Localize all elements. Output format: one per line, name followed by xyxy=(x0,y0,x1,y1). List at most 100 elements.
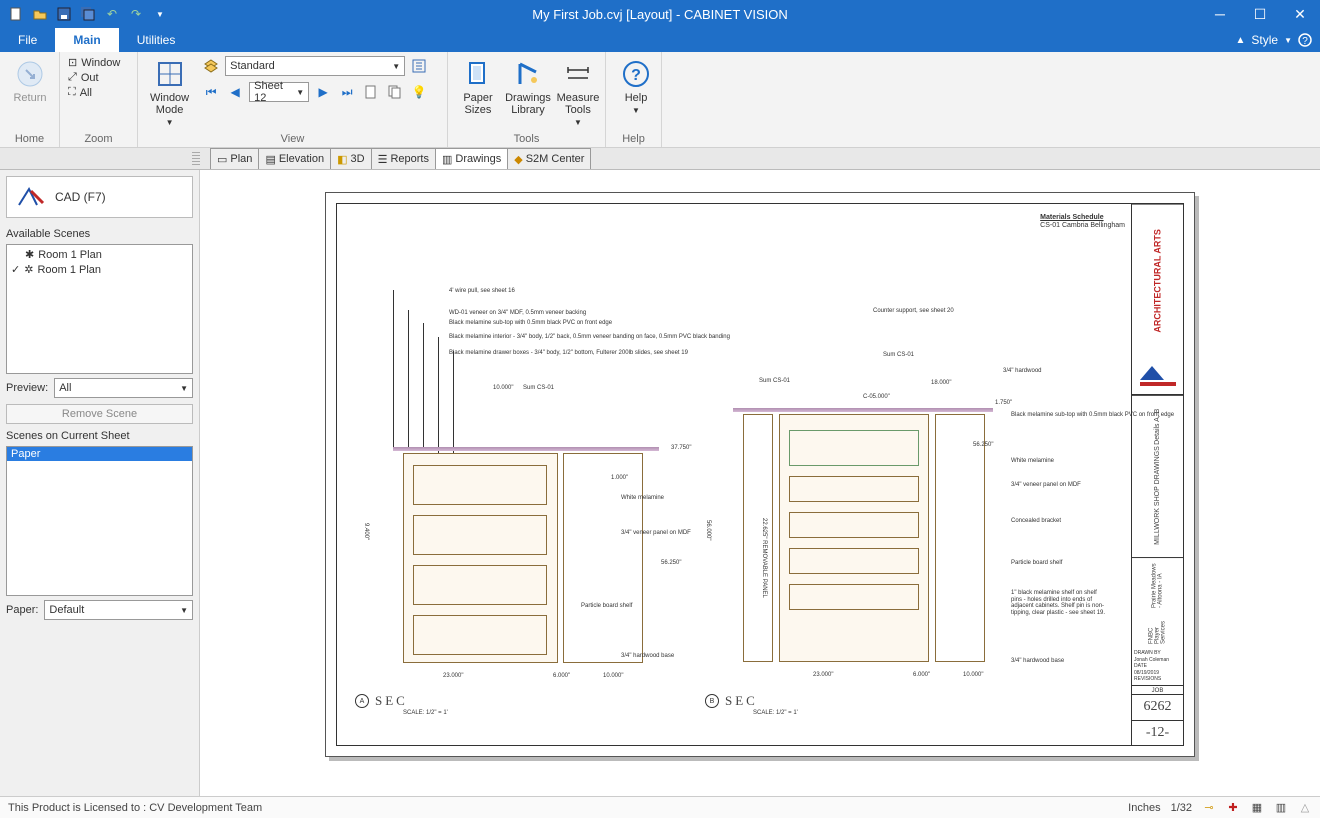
paper-combo[interactable]: Default▼ xyxy=(44,600,193,620)
group-label-zoom: Zoom xyxy=(68,131,129,145)
available-scenes-list[interactable]: ✱Room 1 Plan ✓✲Room 1 Plan xyxy=(6,244,193,374)
help-button[interactable]: ? Help ▼ xyxy=(614,56,658,117)
chevron-down-icon: ▼ xyxy=(180,384,188,393)
svg-text:?: ? xyxy=(631,67,641,84)
viewtab-reports[interactable]: ☰Reports xyxy=(371,148,436,169)
viewtab-3d[interactable]: ◧3D xyxy=(330,148,371,169)
title-block: ARCHITECTURAL ARTS MILLWORK SHOP DRAWING… xyxy=(1131,204,1183,745)
collapse-ribbon-icon[interactable]: ▲ xyxy=(1235,35,1245,46)
layer-settings-icon[interactable] xyxy=(409,56,429,76)
available-scenes-label: Available Scenes xyxy=(0,224,199,244)
drawings-icon: ▥ xyxy=(442,153,452,166)
undo-icon[interactable]: ↶ xyxy=(104,6,120,22)
zoom-out[interactable]: ⤢Out xyxy=(68,71,120,84)
help-icon[interactable]: ? xyxy=(1298,33,1312,47)
menu-bar: File Main Utilities ▲ Style ▼ ? xyxy=(0,28,1320,52)
sheet-paper: Materials Schedule CS-01 Cambria Belling… xyxy=(325,192,1195,757)
viewtab-plan[interactable]: ▭Plan xyxy=(210,148,259,169)
last-sheet-icon[interactable]: ⏭ xyxy=(337,82,357,102)
view-tabs: ▭Plan ▤Elevation ◧3D ☰Reports ▥Drawings … xyxy=(0,148,1320,170)
chevron-down-icon: ▼ xyxy=(180,606,188,615)
snap-endpoint-icon[interactable]: ⊸ xyxy=(1202,801,1216,815)
paper-sizes-button[interactable]: Paper Sizes xyxy=(456,56,500,118)
save-all-icon[interactable] xyxy=(80,6,96,22)
group-label-help: Help xyxy=(614,131,653,145)
units-label[interactable]: Inches xyxy=(1128,802,1160,814)
save-icon[interactable] xyxy=(56,6,72,22)
remove-scene-button[interactable]: Remove Scene xyxy=(6,404,193,424)
ortho-icon[interactable]: △ xyxy=(1298,801,1312,815)
layer-combo[interactable]: Standard▼ xyxy=(225,56,405,76)
title-bar: ↶ ↷ ▼ My First Job.cvj [Layout] - CABINE… xyxy=(0,0,1320,28)
view-grid-icon[interactable]: ▥ xyxy=(1274,801,1288,815)
maximize-button[interactable]: ☐ xyxy=(1240,0,1280,28)
svg-text:?: ? xyxy=(1302,36,1308,47)
elevation-icon: ▤ xyxy=(265,153,275,166)
measure-tools-button[interactable]: Measure Tools ▼ xyxy=(556,56,600,129)
gripper-icon[interactable] xyxy=(192,152,200,166)
section-scale-b: SCALE: 1/2" = 1' xyxy=(753,710,798,716)
section-label-b: SEC xyxy=(725,693,758,709)
tab-utilities[interactable]: Utilities xyxy=(119,28,194,52)
open-icon[interactable] xyxy=(32,6,48,22)
zoom-all-icon: ⛶ xyxy=(68,86,76,99)
snap-grid-icon[interactable]: ▦ xyxy=(1250,801,1264,815)
section-bubble-a: A xyxy=(355,694,369,708)
status-bar: This Product is Licensed to : CV Develop… xyxy=(0,796,1320,818)
license-text: This Product is Licensed to : CV Develop… xyxy=(8,802,262,814)
next-sheet-icon[interactable]: ▶ xyxy=(313,82,333,102)
redo-icon[interactable]: ↷ xyxy=(128,6,144,22)
quick-access-toolbar: ↶ ↷ ▼ xyxy=(0,6,168,22)
list-item[interactable]: ✱Room 1 Plan xyxy=(9,247,190,262)
scenes-on-sheet-label: Scenes on Current Sheet xyxy=(0,426,199,446)
reports-icon: ☰ xyxy=(378,153,388,166)
chevron-down-icon: ▼ xyxy=(392,62,400,71)
drawings-library-button[interactable]: Drawings Library xyxy=(506,56,550,118)
viewtab-s2m[interactable]: ◆S2M Center xyxy=(507,148,591,169)
zoom-window[interactable]: ⊡Window xyxy=(68,56,120,69)
measure-tools-icon xyxy=(562,58,594,90)
window-mode-button[interactable]: Window Mode ▼ xyxy=(146,56,193,129)
viewtab-drawings[interactable]: ▥Drawings xyxy=(435,148,508,169)
style-menu[interactable]: Style xyxy=(1251,33,1278,47)
group-label-home: Home xyxy=(8,131,51,145)
return-button[interactable]: Return xyxy=(8,56,52,106)
section-scale-a: SCALE: 1/2" = 1' xyxy=(403,710,448,716)
viewtab-elevation[interactable]: ▤Elevation xyxy=(258,148,331,169)
chevron-down-icon: ▼ xyxy=(296,88,304,97)
prev-sheet-icon[interactable]: ◀ xyxy=(225,82,245,102)
group-label-tools: Tools xyxy=(456,131,597,145)
style-dropdown-icon[interactable]: ▼ xyxy=(1284,36,1292,45)
section-label-a: SEC xyxy=(375,693,408,709)
scenes-on-sheet-list[interactable]: Paper xyxy=(6,446,193,596)
zoom-all[interactable]: ⛶All xyxy=(68,86,120,99)
lightbulb-icon[interactable]: 💡 xyxy=(409,82,429,102)
precision-label[interactable]: 1/32 xyxy=(1171,802,1192,814)
cad-button[interactable]: CAD (F7) xyxy=(6,176,193,218)
layer-icon[interactable] xyxy=(201,56,221,76)
drawing-canvas[interactable]: Materials Schedule CS-01 Cambria Belling… xyxy=(200,170,1320,796)
drawings-library-icon xyxy=(512,58,544,90)
new-sheet-icon[interactable] xyxy=(361,82,381,102)
tab-main[interactable]: Main xyxy=(55,28,118,52)
snap-cross-icon[interactable]: ✚ xyxy=(1226,801,1240,815)
minimize-button[interactable]: ─ xyxy=(1200,0,1240,28)
copy-sheet-icon[interactable] xyxy=(385,82,405,102)
new-icon[interactable] xyxy=(8,6,24,22)
first-sheet-icon[interactable]: ⏮ xyxy=(201,82,221,102)
window-mode-icon xyxy=(154,58,186,90)
list-item[interactable]: ✓✲Room 1 Plan xyxy=(9,262,190,277)
s2m-icon: ◆ xyxy=(514,153,522,166)
cad-icon xyxy=(17,185,45,209)
qat-dropdown-icon[interactable]: ▼ xyxy=(152,6,168,22)
chevron-down-icon: ▼ xyxy=(574,118,582,127)
window-title: My First Job.cvj [Layout] - CABINET VISI… xyxy=(532,7,788,22)
sheet-number: -12- xyxy=(1132,721,1183,745)
tab-file[interactable]: File xyxy=(0,28,55,52)
sheet-combo[interactable]: Sheet 12▼ xyxy=(249,82,309,102)
ribbon: Return Home ⊡Window ⤢Out ⛶All Zoom Windo… xyxy=(0,52,1320,148)
return-icon xyxy=(14,58,46,90)
close-button[interactable]: ✕ xyxy=(1280,0,1320,28)
preview-combo[interactable]: All▼ xyxy=(54,378,193,398)
list-item[interactable]: Paper xyxy=(7,447,192,461)
